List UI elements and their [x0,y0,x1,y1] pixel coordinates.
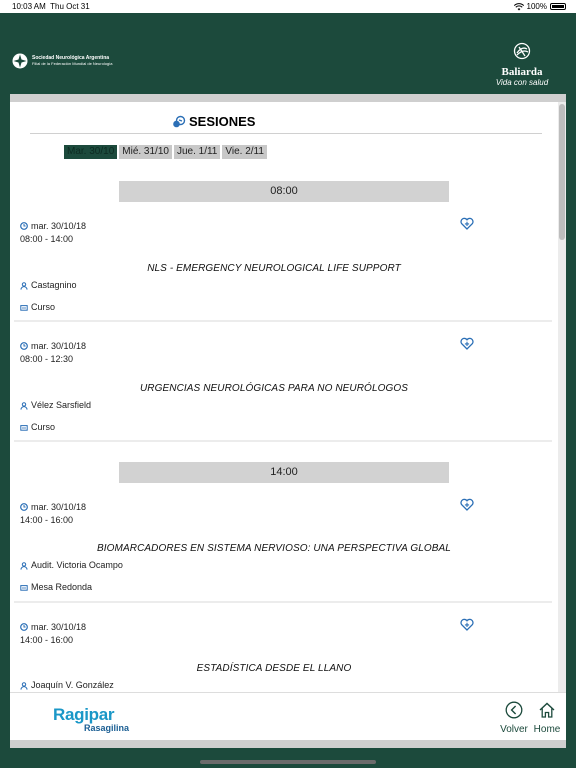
status-time: 10:03 AM [12,2,46,11]
person-icon [20,282,28,290]
clock-icon [20,503,28,511]
app-header: Sociedad Neurológica Argentina Filial de… [10,28,566,94]
session-room: Audit. Victoria Ocampo [31,560,123,570]
tag-icon [20,305,28,311]
session-type: Curso [31,422,56,432]
tab-day-4[interactable]: Vie. 2/11 [222,145,267,159]
status-bar: 10:03 AM Thu Oct 31 100% [0,0,576,13]
person-icon [20,682,28,690]
session-title: ESTADÍSTICA DESDE EL LLANO [196,663,352,674]
session-time: 14:00 - 16:00 [20,515,74,525]
tab-day-1[interactable]: Mar. 30/10 [64,145,118,159]
session-card[interactable]: mar. 30/10/18 08:00 - 14:00 NLS - EMERGE… [14,210,552,322]
session-room: Joaquín V. González [31,680,114,690]
session-card[interactable]: mar. 30/10/18 14:00 - 16:00 BIOMARCADORE… [14,491,552,603]
battery-icon [550,3,566,10]
battery-percent: 100% [526,2,547,11]
session-room: Vélez Sarsfield [31,400,92,410]
session-type: Curso [31,302,56,312]
sesiones-icon [173,115,186,127]
home-indicator[interactable] [200,760,376,764]
session-date: mar. 30/10/18 [31,341,87,351]
tab-day-3[interactable]: Jue. 1/11 [173,145,221,159]
baliarda-logo-icon [513,42,531,60]
time-group-header: 14:00 [119,462,449,483]
back-label: Volver [500,724,528,735]
sponsor-name: Baliarda [501,66,543,78]
clock-icon [20,623,28,631]
session-time: 08:00 - 12:30 [20,354,74,364]
status-date: Thu Oct 31 [50,2,90,11]
session-room: Castagnino [31,280,77,290]
page-title: SESIONES [172,114,255,129]
sna-logo: Sociedad Neurológica Argentina Filial de… [12,53,113,69]
title-divider [30,133,542,134]
heart-add-icon[interactable] [460,217,474,230]
day-tabs: Mar. 30/10 Mié. 31/10 Jue. 1/11 Vie. 2/1… [64,145,267,159]
person-icon [20,562,28,570]
session-date: mar. 30/10/18 [31,502,87,512]
heart-add-icon[interactable] [460,618,474,631]
heart-add-icon[interactable] [460,337,474,350]
back-button[interactable]: Volver [497,701,531,735]
footer-bar: Ragipar Rasagilina Volver Home [10,692,566,740]
session-type: Mesa Redonda [31,582,93,592]
home-label: Home [533,724,561,735]
clock-icon [20,222,28,230]
person-icon [20,402,28,410]
time-group-header: 08:00 [119,181,449,202]
session-title: NLS - EMERGENCY NEUROLOGICAL LIFE SUPPOR… [147,263,401,274]
org-subtitle: Filial de la Federación Mundial de Neuro… [32,61,113,66]
session-card[interactable]: mar. 30/10/18 14:00 - 16:00 ESTADÍSTICA … [14,611,552,692]
session-time: 08:00 - 14:00 [20,234,74,244]
home-button[interactable]: Home [530,701,564,735]
sponsor-tagline: Vida con salud [495,78,549,87]
home-icon [539,702,555,718]
heart-add-icon[interactable] [460,498,474,511]
tag-icon [20,425,28,431]
sna-logo-icon [12,53,28,69]
session-date: mar. 30/10/18 [31,622,87,632]
tab-day-2[interactable]: Mié. 31/10 [119,145,172,159]
clock-icon [20,342,28,350]
wifi-icon [513,2,524,10]
tag-icon [20,585,28,591]
scroll-thumb[interactable] [559,104,565,240]
brand-sub: Rasagilina [84,723,130,733]
back-icon [505,701,523,719]
ragipar-logo: Ragipar Rasagilina [53,705,129,733]
sessions-list[interactable]: SESIONES Mar. 30/10 Mié. 31/10 Jue. 1/11… [10,102,566,692]
session-card[interactable]: mar. 30/10/18 08:00 - 12:30 URGENCIAS NE… [14,330,552,442]
session-time: 14:00 - 16:00 [20,635,74,645]
header-divider [10,94,566,102]
footer-divider [10,740,566,748]
session-date: mar. 30/10/18 [31,221,87,231]
scrollbar[interactable] [558,102,566,692]
session-title: URGENCIAS NEUROLÓGICAS PARA NO NEURÓLOGO… [139,383,409,394]
baliarda-logo: Baliarda Vida con salud [492,42,552,87]
brand-name: Ragipar [53,705,115,724]
session-title: BIOMARCADORES EN SISTEMA NERVIOSO: UNA P… [97,543,451,554]
page-title-text: SESIONES [189,114,256,129]
